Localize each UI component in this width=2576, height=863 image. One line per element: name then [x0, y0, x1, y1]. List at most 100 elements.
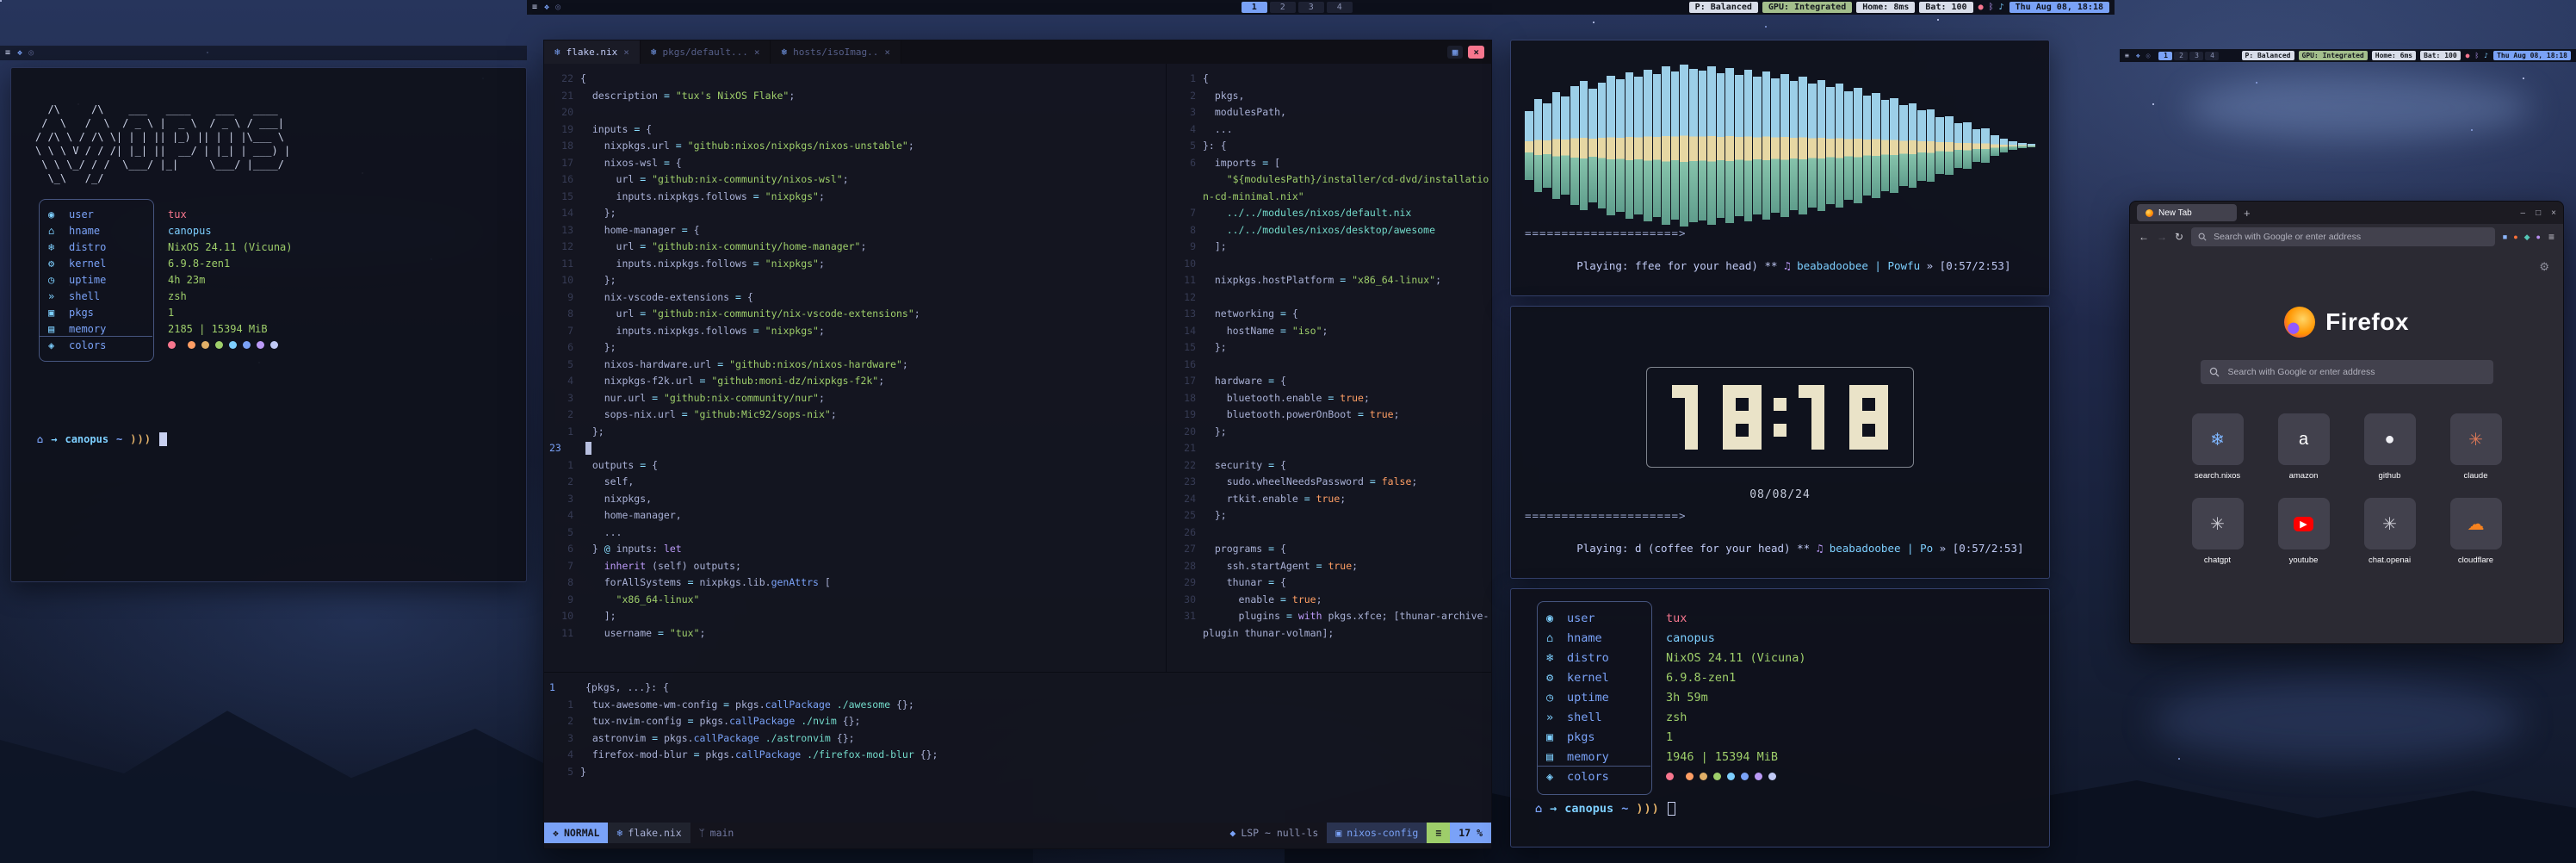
eq-bar — [1753, 77, 1762, 214]
code-text: forAllSystems = nixpkgs.lib.genAttrs [ — [580, 574, 831, 592]
eq-bar — [1616, 79, 1625, 212]
code-line: 5 nixos-hardware.url = "github:nixos/nix… — [544, 357, 1166, 374]
code-line: n-cd-minimal.nix" — [1167, 189, 1491, 206]
code-line: 27 programs = { — [1167, 541, 1491, 558]
newtab-search-bar[interactable] — [2201, 360, 2493, 384]
newtab-search-input[interactable] — [2226, 366, 2485, 378]
color-swatch — [1686, 773, 1694, 780]
editor-tab[interactable]: ❄hosts/isoImag..× — [771, 40, 901, 64]
forward-button[interactable]: → — [2157, 231, 2167, 243]
eq-bar — [1671, 71, 1680, 220]
eq-bar — [1634, 77, 1643, 214]
tag-icon: ◎ — [2146, 52, 2151, 59]
code-text: url = "github:nix-community/nix-vscode-e… — [580, 306, 920, 323]
shortcut-tile[interactable]: ▶youtube — [2278, 498, 2330, 565]
editor-pane-iso[interactable]: 1{2 pkgs,3 modulesPath,4 ...5}: {6 impor… — [1166, 64, 1491, 672]
buffer-picker-button[interactable]: ▦ — [1447, 46, 1464, 59]
browser-tab[interactable]: New Tab — [2137, 204, 2237, 221]
shortcut-tile[interactable]: ❄search.nixos — [2192, 413, 2244, 481]
clock-segment — [1811, 398, 1824, 411]
clock-date: 08/08/24 — [1525, 488, 2035, 501]
window-close-button[interactable]: × — [1468, 46, 1484, 59]
editor-tab[interactable]: ❄pkgs/default...× — [641, 40, 771, 64]
code-line: 11 username = "tux"; — [544, 625, 1166, 643]
line-number: 7 — [544, 323, 573, 340]
clock-segment — [1749, 437, 1762, 450]
line-number: 4 — [544, 507, 573, 525]
code-text: ssh.startAgent = true; — [1203, 558, 1358, 575]
maximize-button[interactable]: □ — [2536, 208, 2541, 218]
code-line: 6 imports = [ — [1167, 155, 1491, 172]
workspace-button-2[interactable]: 2 — [2174, 52, 2188, 60]
clock-segment — [1811, 411, 1824, 424]
back-button[interactable]: ← — [2139, 231, 2149, 243]
workspace-button-2[interactable]: 2 — [1270, 2, 1296, 13]
minimize-button[interactable]: – — [2521, 208, 2526, 218]
prompt-path: ~ — [1621, 802, 1628, 816]
code-line: 4 nixpkgs-f2k.url = "github:moni-dz/nixp… — [544, 373, 1166, 390]
clock-segment — [1862, 424, 1875, 437]
eq-bar — [1854, 88, 1862, 202]
settings-gear-icon[interactable]: ⚙ — [2539, 260, 2549, 274]
shortcut-tile[interactable]: ☁cloudflare — [2450, 498, 2502, 565]
hamburger-menu-icon[interactable]: ≡ — [2548, 231, 2554, 243]
workspace-button-3[interactable]: 3 — [1298, 2, 1324, 13]
clock-segment — [1685, 424, 1698, 437]
code-text: sudo.wheelNeedsPassword = false; — [1203, 474, 1417, 491]
color-swatch — [188, 341, 195, 349]
workspace-button-1[interactable]: 1 — [1242, 2, 1267, 13]
code-line: 9 "x86_64-linux" — [544, 592, 1166, 609]
editor-tab[interactable]: ❄flake.nix× — [544, 40, 641, 64]
menu-icon[interactable]: ≡ — [532, 3, 537, 12]
github-icon: ● — [2384, 430, 2394, 450]
editor-pane-pkgs[interactable]: 1{pkgs, ...}: {1 tux-awesome-wm-config =… — [544, 672, 1491, 823]
code-line: 13 networking = { — [1167, 306, 1491, 323]
code-line: 22 security = { — [1167, 457, 1491, 475]
color-swatch — [1741, 773, 1749, 780]
workspace-button-3[interactable]: 3 — [2189, 52, 2203, 60]
code-line: 1{pkgs, ...}: { — [544, 680, 1491, 697]
line-number — [1167, 189, 1196, 206]
fetch-label: shell — [1567, 711, 1602, 724]
code-line: 7 inherit (self) outputs; — [544, 558, 1166, 575]
shortcut-icon-box: ✳ — [2450, 413, 2502, 465]
code-line: 5}: { — [1167, 138, 1491, 155]
tab-close-icon[interactable]: × — [754, 47, 760, 58]
clock-segment — [1736, 385, 1749, 398]
menu-icon[interactable]: ≡ — [5, 48, 10, 58]
menu-icon[interactable]: ≡ — [2125, 52, 2129, 59]
code-line: 1 tux-awesome-wm-config = pkgs.callPacka… — [544, 697, 1491, 714]
address-input[interactable] — [2212, 231, 2488, 243]
editor-pane-flake[interactable]: 22{21 description = "tux's NixOS Flake";… — [544, 64, 1166, 672]
clock-segment — [1862, 385, 1875, 398]
tab-close-icon[interactable]: × — [884, 47, 890, 58]
shortcut-tile[interactable]: ✳chatgpt — [2192, 498, 2244, 565]
fetch-label-cell: ❄distro — [1539, 651, 1640, 665]
workspace-button-4[interactable]: 4 — [1327, 2, 1353, 13]
shortcut-tile[interactable]: aamazon — [2278, 413, 2330, 481]
color-swatch — [215, 341, 223, 349]
tab-close-icon[interactable]: × — [623, 47, 629, 58]
line-number: 11 — [544, 625, 573, 643]
shortcut-tile[interactable]: ●github — [2364, 413, 2416, 481]
eq-bar — [1935, 117, 1944, 175]
shortcut-icon-box: ☁ — [2450, 498, 2502, 549]
home-icon: ⌂ — [1535, 802, 1542, 816]
refresh-button[interactable]: ↻ — [2175, 231, 2183, 243]
close-button[interactable]: × — [2551, 208, 2556, 218]
line-number: 9 — [544, 592, 573, 609]
record-icon: ● — [2466, 52, 2470, 59]
shortcut-label: search.nixos — [2195, 471, 2240, 481]
line-number: 5 — [1167, 138, 1196, 155]
line-number: 4 — [544, 373, 573, 390]
workspace-button-4[interactable]: 4 — [2205, 52, 2219, 60]
code-text: security = { — [1203, 457, 1286, 475]
address-bar[interactable] — [2191, 227, 2495, 246]
clock-segment — [1685, 411, 1698, 424]
shortcut-tile[interactable]: ✳claude — [2450, 413, 2502, 481]
new-tab-button[interactable]: + — [2244, 207, 2251, 220]
workspace-button-1[interactable]: 1 — [2158, 52, 2172, 60]
clock-segment — [1774, 385, 1786, 398]
code-line: 4 home-manager, — [544, 507, 1166, 525]
shortcut-tile[interactable]: ✳chat.openai — [2364, 498, 2416, 565]
